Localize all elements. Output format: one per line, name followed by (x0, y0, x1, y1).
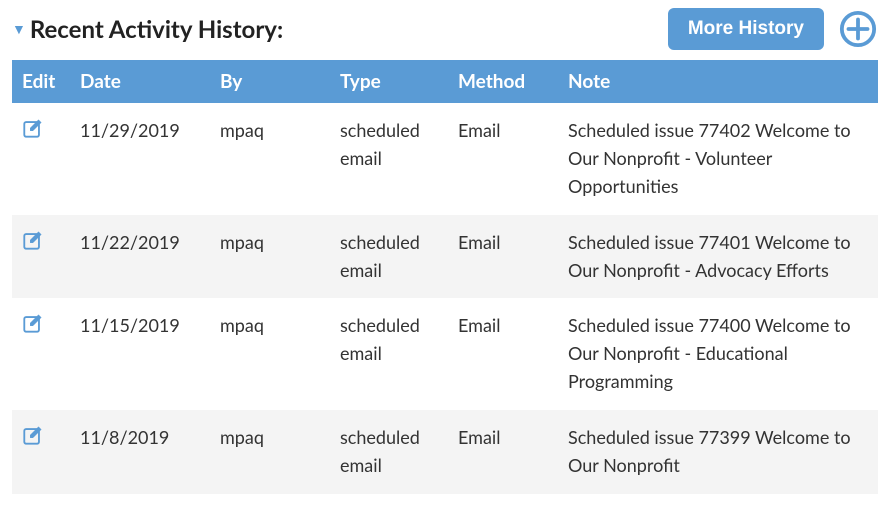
cell-by: mpaq (210, 103, 330, 215)
activity-table: Edit Date By Type Method Note 11/29/2019… (12, 60, 878, 494)
table-row: 11/15/2019mpaqscheduled emailEmailSchedu… (12, 298, 878, 410)
cell-type: scheduled email (330, 103, 448, 215)
table-header-row: Edit Date By Type Method Note (12, 60, 878, 103)
add-activity-button[interactable] (838, 9, 878, 49)
section-header: ▼ Recent Activity History: More History (12, 8, 878, 50)
cell-type: scheduled email (330, 215, 448, 299)
pencil-icon (22, 229, 44, 251)
col-header-note: Note (558, 60, 878, 103)
section-header-left: ▼ Recent Activity History: (12, 15, 283, 44)
pencil-icon (22, 424, 44, 446)
cell-type: scheduled email (330, 410, 448, 494)
edit-button[interactable] (22, 229, 44, 251)
edit-button[interactable] (22, 424, 44, 446)
cell-date: 11/22/2019 (70, 215, 210, 299)
cell-note: Scheduled issue 77399 Welcome to Our Non… (558, 410, 878, 494)
cell-date: 11/8/2019 (70, 410, 210, 494)
cell-method: Email (448, 410, 558, 494)
cell-note: Scheduled issue 77400 Welcome to Our Non… (558, 298, 878, 410)
more-history-button[interactable]: More History (668, 8, 824, 50)
table-row: 11/8/2019mpaqscheduled emailEmailSchedul… (12, 410, 878, 494)
pencil-icon (22, 117, 44, 139)
col-header-by: By (210, 60, 330, 103)
cell-method: Email (448, 215, 558, 299)
col-header-method: Method (448, 60, 558, 103)
cell-date: 11/29/2019 (70, 103, 210, 215)
edit-button[interactable] (22, 312, 44, 334)
section-title: Recent Activity History: (30, 15, 283, 44)
cell-method: Email (448, 298, 558, 410)
cell-by: mpaq (210, 410, 330, 494)
table-row: 11/22/2019mpaqscheduled emailEmailSchedu… (12, 215, 878, 299)
col-header-date: Date (70, 60, 210, 103)
cell-by: mpaq (210, 215, 330, 299)
pencil-icon (22, 312, 44, 334)
col-header-type: Type (330, 60, 448, 103)
col-header-edit: Edit (12, 60, 70, 103)
cell-type: scheduled email (330, 298, 448, 410)
section-header-right: More History (668, 8, 878, 50)
cell-note: Scheduled issue 77401 Welcome to Our Non… (558, 215, 878, 299)
table-row: 11/29/2019mpaqscheduled emailEmailSchedu… (12, 103, 878, 215)
plus-circle-icon (839, 10, 877, 48)
cell-method: Email (448, 103, 558, 215)
cell-date: 11/15/2019 (70, 298, 210, 410)
cell-note: Scheduled issue 77402 Welcome to Our Non… (558, 103, 878, 215)
collapse-toggle-icon[interactable]: ▼ (12, 22, 26, 36)
cell-by: mpaq (210, 298, 330, 410)
edit-button[interactable] (22, 117, 44, 139)
